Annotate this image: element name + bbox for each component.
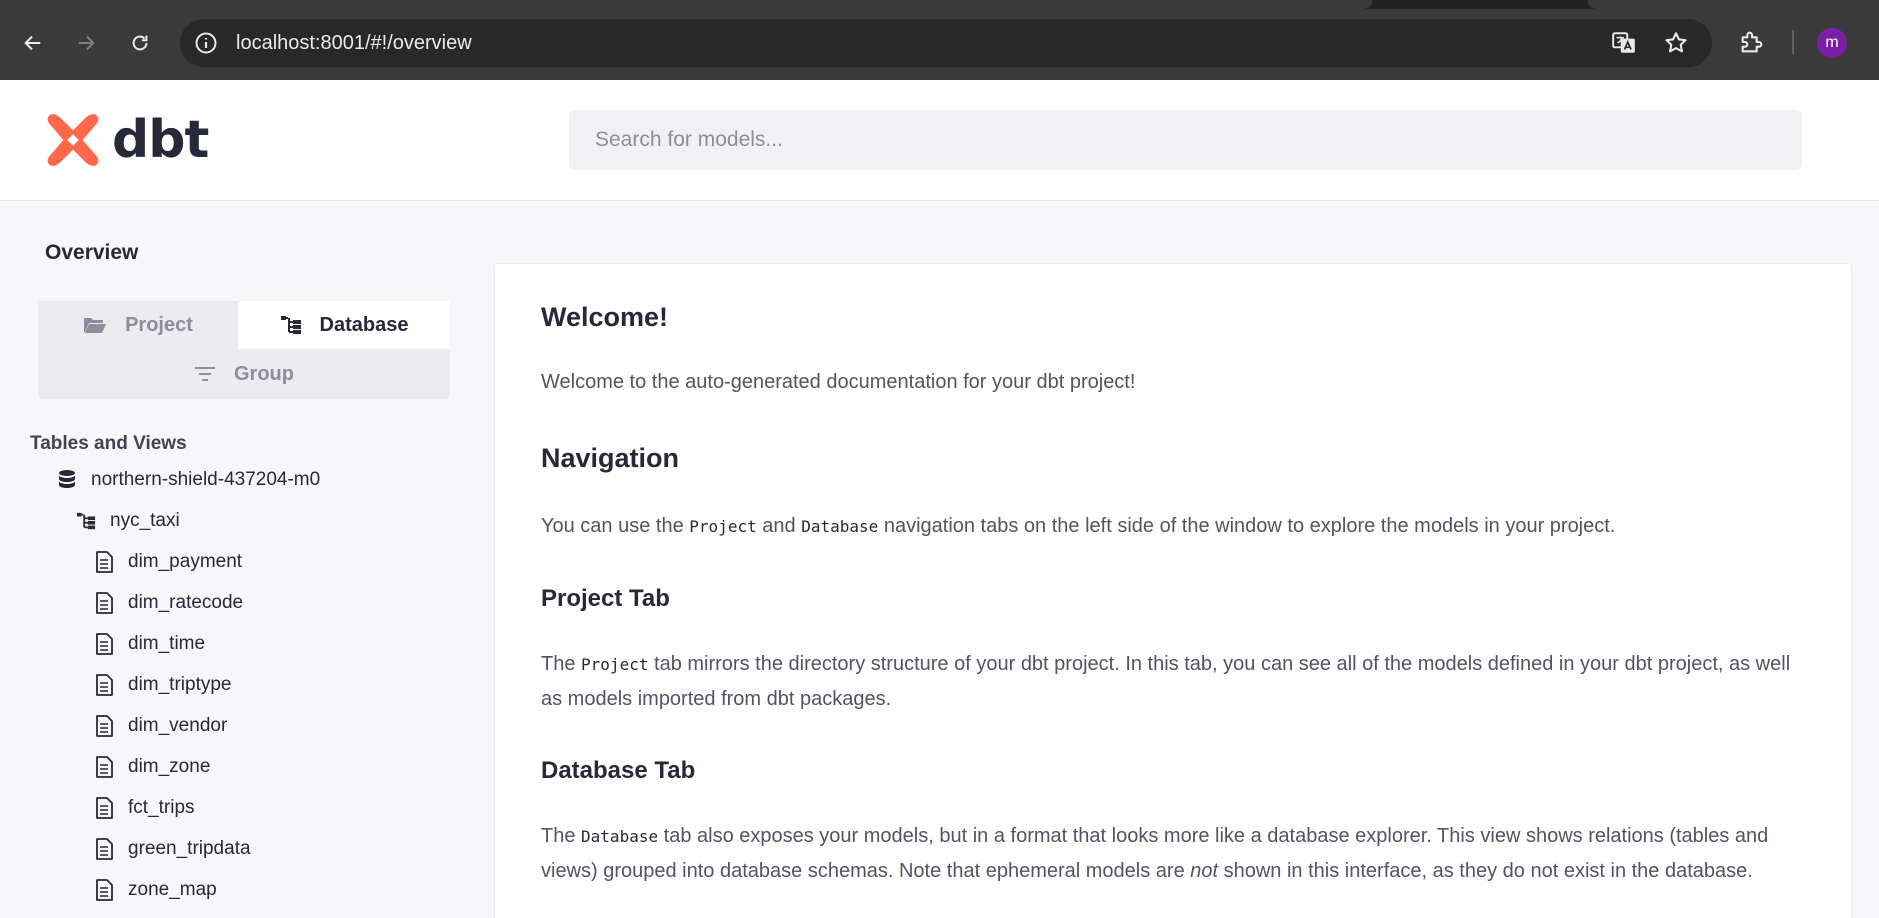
logo-text: dbt	[112, 110, 209, 170]
tree-icon	[280, 316, 301, 334]
model-item[interactable]: dim_ratecode	[94, 592, 243, 614]
sidebar-tabs: Project Database Group	[38, 301, 450, 399]
schema-tree-icon	[76, 512, 96, 530]
database-tab-text: The Database tab also exposes your model…	[541, 819, 1811, 889]
model-item[interactable]: dim_zone	[94, 756, 210, 778]
app-header: dbt	[0, 80, 1879, 201]
model-item[interactable]: green_tripdata	[94, 838, 251, 860]
model-item[interactable]: dim_time	[94, 633, 205, 655]
text-segment: The	[541, 653, 582, 675]
file-icon	[96, 674, 113, 696]
text-segment: navigation tabs on the left side of the …	[878, 515, 1616, 537]
file-icon	[96, 838, 113, 860]
code-project: Project	[581, 655, 649, 674]
model-name: green_tripdata	[128, 838, 251, 859]
url-text[interactable]: localhost:8001/#!/overview	[236, 32, 472, 55]
code-project: Project	[689, 517, 757, 536]
project-tab-text: The Project tab mirrors the directory st…	[541, 647, 1811, 717]
model-name: dim_zone	[128, 756, 211, 777]
model-item[interactable]: dim_vendor	[94, 715, 227, 737]
database-tab-heading: Database Tab	[541, 757, 696, 784]
tab-strip	[0, 0, 1879, 9]
text-segment: and	[756, 515, 802, 537]
arrow-left-icon	[24, 35, 41, 51]
tree-item-database[interactable]: northern-shield-437204-m0	[57, 469, 320, 491]
model-item[interactable]: dim_payment	[94, 551, 242, 573]
filter-lines-icon	[195, 367, 215, 381]
toolbar-separator	[1792, 30, 1794, 54]
address-bar[interactable]: localhost:8001/#!/overview	[180, 19, 1712, 67]
file-icon	[96, 879, 113, 901]
model-item[interactable]: zone_map	[94, 879, 217, 901]
folder-open-icon	[84, 318, 107, 333]
sidebar-overview-link[interactable]: Overview	[45, 241, 138, 265]
info-icon[interactable]	[194, 31, 218, 55]
tab-group[interactable]: Group	[38, 349, 450, 399]
bookmark-button[interactable]	[1662, 29, 1690, 57]
tab-database-label: Database	[319, 313, 409, 336]
navigation-text: You can use the Project and Database nav…	[541, 509, 1811, 544]
project-tab-heading: Project Tab	[541, 585, 670, 612]
database-name: northern-shield-437204-m0	[91, 469, 321, 490]
tree-item-schema[interactable]: nyc_taxi	[76, 510, 180, 532]
database-icon	[59, 470, 75, 488]
model-name: dim_time	[128, 633, 206, 654]
overview-content: Welcome! Welcome to the auto-generated d…	[494, 263, 1852, 918]
model-name: dim_vendor	[128, 715, 228, 736]
text-segment: You can use the	[541, 515, 690, 537]
file-icon	[96, 592, 113, 614]
reload-button[interactable]	[123, 26, 157, 60]
tables-and-views-heading: Tables and Views	[30, 433, 187, 454]
sidebar: Overview Project Database Group Tables a…	[0, 201, 470, 918]
model-name: dim_ratecode	[128, 592, 244, 613]
text-segment: tab mirrors the directory structure of y…	[541, 653, 1791, 710]
text-segment: The	[541, 825, 582, 847]
model-name: dim_payment	[128, 551, 243, 572]
model-name: dim_triptype	[128, 674, 232, 695]
translate-button[interactable]	[1610, 29, 1638, 57]
tab-project[interactable]: Project	[38, 301, 238, 349]
forward-button[interactable]	[69, 26, 103, 60]
reload-icon	[132, 35, 148, 51]
welcome-text: Welcome to the auto-generated documentat…	[541, 371, 1136, 393]
tab-database[interactable]: Database	[238, 301, 450, 349]
model-name: fct_trips	[128, 797, 195, 818]
profile-avatar[interactable]: m	[1817, 28, 1847, 58]
schema-name: nyc_taxi	[110, 510, 180, 531]
model-item[interactable]: fct_trips	[94, 797, 195, 819]
tab-group-label: Group	[234, 362, 294, 385]
file-icon	[96, 756, 113, 778]
inactive-tab-edge	[1588, 0, 1879, 9]
file-icon	[96, 797, 113, 819]
back-button[interactable]	[16, 26, 50, 60]
file-icon	[96, 551, 113, 573]
search-input[interactable]	[569, 110, 1802, 170]
star-icon	[1665, 32, 1687, 53]
dbt-logo-icon	[47, 114, 99, 166]
arrow-right-icon	[78, 35, 95, 51]
text-segment: shown in this interface, as they do not …	[1218, 860, 1753, 882]
dbt-logo[interactable]: dbt	[44, 110, 209, 170]
file-icon	[96, 633, 113, 655]
navigation-heading: Navigation	[541, 443, 680, 473]
welcome-heading: Welcome!	[541, 302, 669, 332]
model-name: zone_map	[128, 879, 217, 900]
browser-toolbar: localhost:8001/#!/overview m	[0, 0, 1879, 80]
emphasis-not: not	[1190, 860, 1219, 882]
tab-project-label: Project	[125, 313, 193, 336]
file-icon	[96, 715, 113, 737]
code-database: Database	[581, 827, 659, 846]
model-item[interactable]: dim_triptype	[94, 674, 232, 696]
translate-icon	[1612, 32, 1635, 53]
code-database: Database	[801, 517, 879, 536]
extensions-button[interactable]	[1737, 27, 1767, 57]
puzzle-icon	[1741, 31, 1763, 53]
active-tab-edge	[0, 0, 1372, 9]
